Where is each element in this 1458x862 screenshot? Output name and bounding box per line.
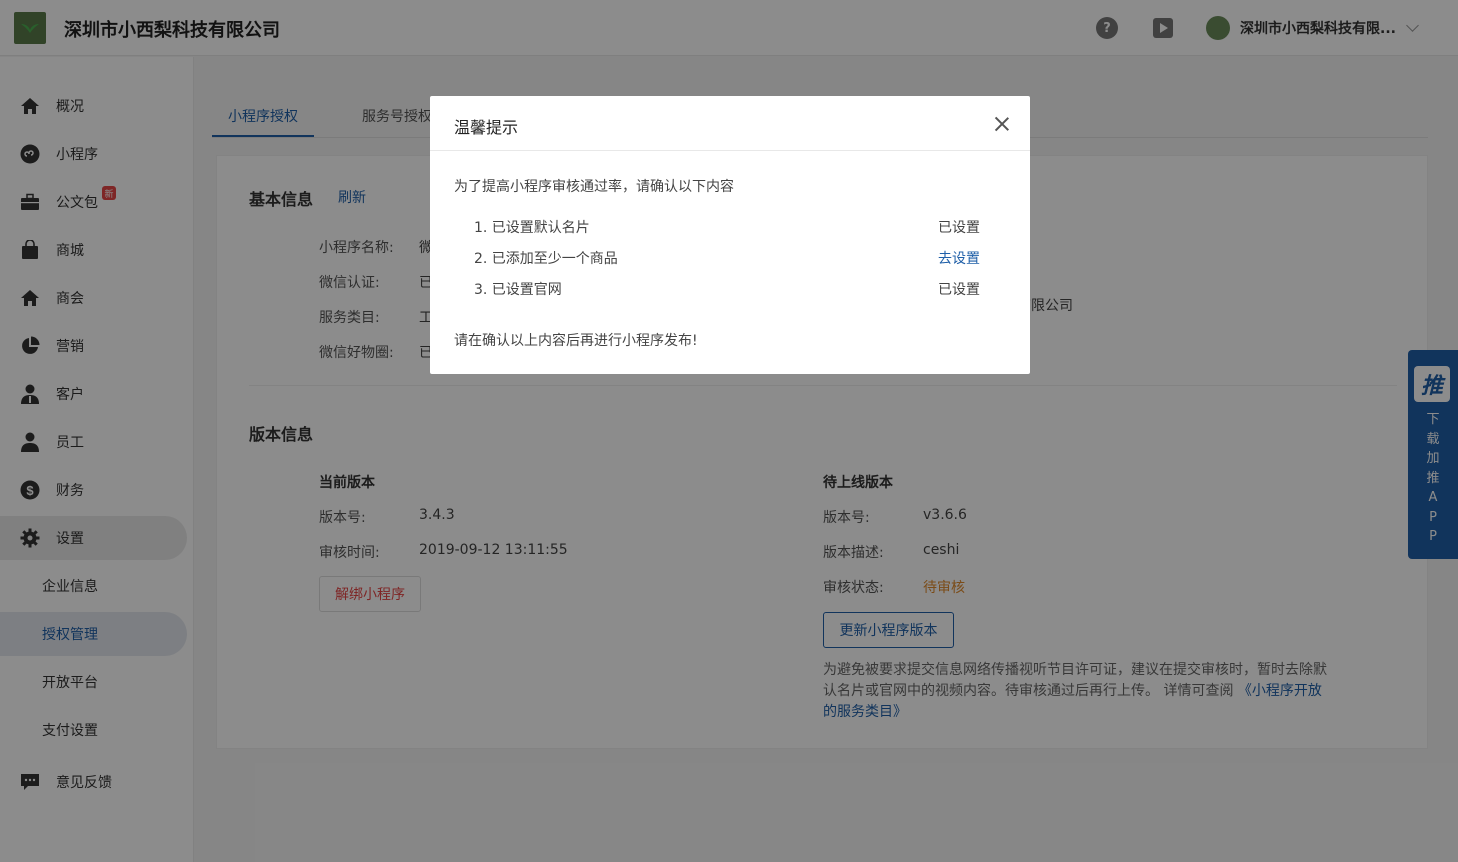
close-icon[interactable] <box>992 114 1012 134</box>
dialog-header: 温馨提示 <box>430 96 1030 151</box>
check-status: 已设置 <box>938 220 980 236</box>
go-setup-link[interactable]: 去设置 <box>938 248 980 268</box>
checklist-item: 2. 已添加至少一个商品 去设置 <box>474 248 982 268</box>
tips-dialog: 温馨提示 为了提高小程序审核通过率，请确认以下内容 1. 已设置默认名片 已设置… <box>430 96 1030 374</box>
check-status: 已设置 <box>938 282 980 298</box>
dialog-title: 温馨提示 <box>454 118 519 137</box>
dialog-footer-text: 请在确认以上内容后再进行小程序发布! <box>454 333 698 349</box>
checklist-item: 3. 已设置官网 已设置 <box>474 279 982 299</box>
checklist-item: 1. 已设置默认名片 已设置 <box>474 217 982 237</box>
dialog-intro: 为了提高小程序审核通过率，请确认以下内容 <box>454 179 734 195</box>
